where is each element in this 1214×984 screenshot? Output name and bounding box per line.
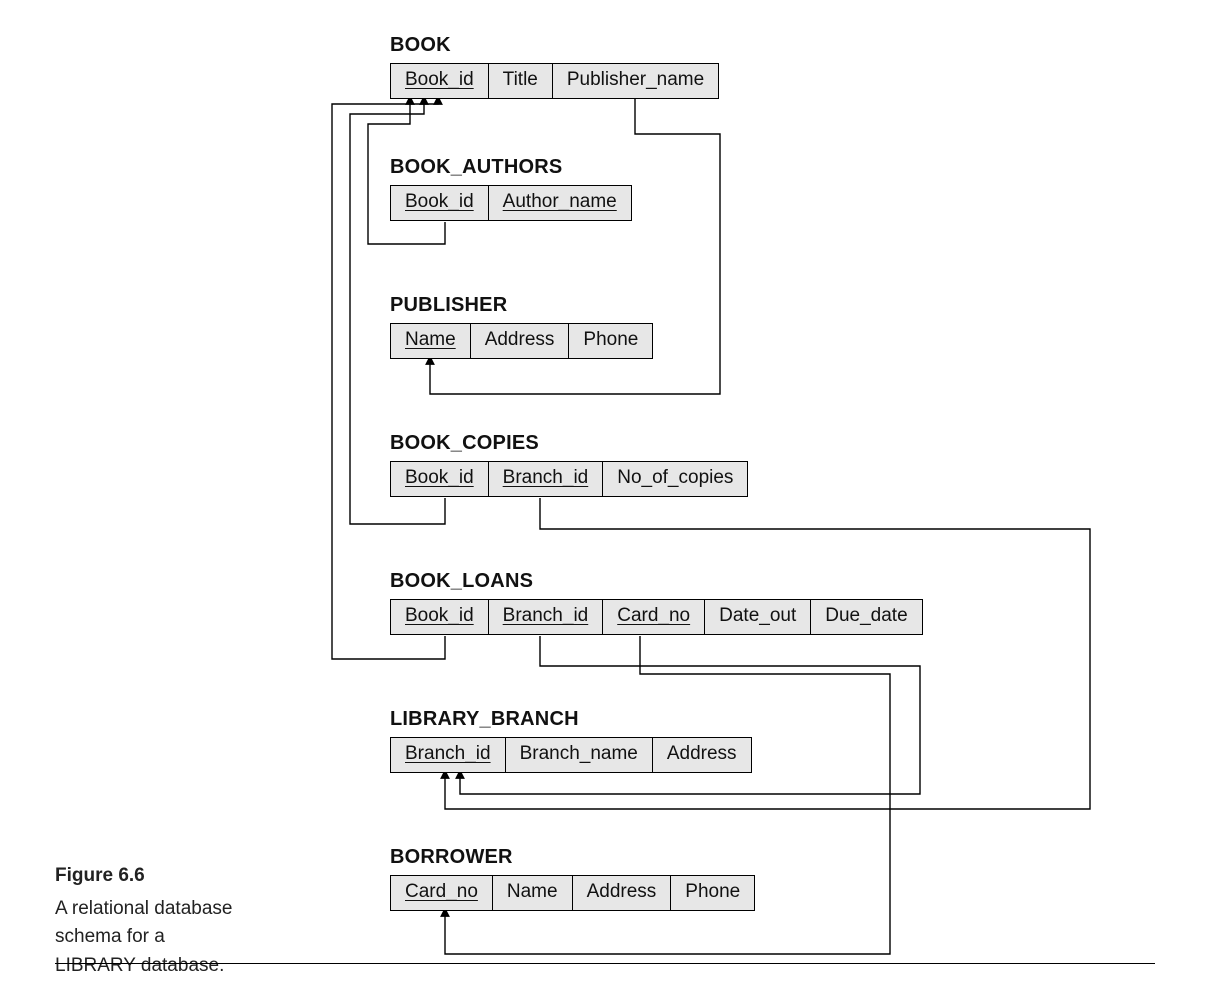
entity-title: BOOK_LOANS: [390, 570, 923, 593]
attribute-cell: Book_id: [390, 599, 489, 635]
entity-title: LIBRARY_BRANCH: [390, 708, 752, 731]
attribute-cell: Branch_id: [390, 737, 506, 773]
attribute-cell: No_of_copies: [603, 461, 748, 497]
attribute-cell: Book_id: [390, 185, 489, 221]
figure-text-line: A relational database: [55, 898, 232, 919]
entity-attributes: Book_idBranch_idCard_noDate_outDue_date: [390, 599, 923, 635]
attribute-cell: Address: [653, 737, 752, 773]
attribute-cell: Date_out: [705, 599, 811, 635]
attribute-cell: Book_id: [390, 461, 489, 497]
figure-text-line: schema for a: [55, 926, 165, 947]
entity-attributes: NameAddressPhone: [390, 323, 653, 359]
entity-title: BORROWER: [390, 846, 755, 869]
entity-attributes: Card_noNameAddressPhone: [390, 875, 755, 911]
entity-book: BOOK Book_idTitlePublisher_name: [390, 34, 719, 99]
attribute-cell: Book_id: [390, 63, 489, 99]
attribute-cell: Name: [390, 323, 471, 359]
attribute-cell: Address: [471, 323, 570, 359]
figure-text-line: LIBRARY database.: [55, 955, 224, 976]
entity-book_loans: BOOK_LOANS Book_idBranch_idCard_noDate_ou…: [390, 570, 923, 635]
entity-book_copies: BOOK_COPIES Book_idBranch_idNo_of_copies: [390, 432, 748, 497]
attribute-cell: Branch_id: [489, 599, 604, 635]
figure-label: Figure 6.6: [55, 862, 315, 891]
entity-attributes: Branch_idBranch_nameAddress: [390, 737, 752, 773]
entity-publisher: PUBLISHER NameAddressPhone: [390, 294, 653, 359]
entity-book_authors: BOOK_AUTHORS Book_idAuthor_name: [390, 156, 632, 221]
bottom-rule: [55, 963, 1155, 965]
attribute-cell: Name: [493, 875, 573, 911]
attribute-cell: Phone: [569, 323, 653, 359]
attribute-cell: Phone: [671, 875, 755, 911]
attribute-cell: Publisher_name: [553, 63, 719, 99]
entity-title: BOOK_COPIES: [390, 432, 748, 455]
attribute-cell: Card_no: [603, 599, 705, 635]
attribute-cell: Branch_id: [489, 461, 604, 497]
attribute-cell: Card_no: [390, 875, 493, 911]
entity-attributes: Book_idBranch_idNo_of_copies: [390, 461, 748, 497]
page: Figure 6.6 A relational database schema …: [0, 0, 1214, 984]
entity-title: BOOK: [390, 34, 719, 57]
entity-title: BOOK_AUTHORS: [390, 156, 632, 179]
attribute-cell: Branch_name: [506, 737, 653, 773]
entity-title: PUBLISHER: [390, 294, 653, 317]
schema-diagram: BOOKBook_idTitlePublisher_nameBOOK_AUTHO…: [390, 34, 1160, 964]
entity-borrower: BORROWER Card_noNameAddressPhone: [390, 846, 755, 911]
entity-library_branch: LIBRARY_BRANCH Branch_idBranch_nameAddres…: [390, 708, 752, 773]
attribute-cell: Due_date: [811, 599, 922, 635]
entity-attributes: Book_idAuthor_name: [390, 185, 632, 221]
attribute-cell: Title: [489, 63, 553, 99]
attribute-cell: Author_name: [489, 185, 632, 221]
entity-attributes: Book_idTitlePublisher_name: [390, 63, 719, 99]
attribute-cell: Address: [573, 875, 672, 911]
